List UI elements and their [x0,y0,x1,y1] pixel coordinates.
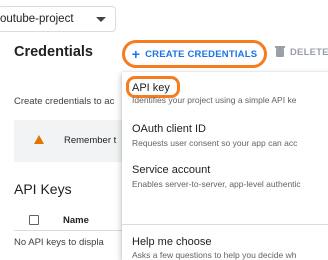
menu-item-description: Asks a few questions to help you decide … [132,250,297,260]
menu-item-label: OAuth client ID [132,123,206,135]
delete-button[interactable]: DELETE [275,46,328,58]
table-header-divider [14,230,124,231]
menu-divider [122,224,328,225]
select-all-checkbox[interactable] [29,215,39,225]
menu-item-label: API key [132,82,170,94]
plus-icon: + [131,46,141,62]
delete-label: DELETE [290,47,328,58]
menu-item-label: Help me choose [132,236,212,248]
create-credentials-button[interactable]: + CREATE CREDENTIALS [122,40,267,68]
create-credentials-label: CREATE CREDENTIALS [145,48,258,60]
trash-icon [275,46,285,57]
menu-item-oauth-client-id[interactable]: OAuth client ID Requests user consent so… [122,114,328,150]
project-name: outube-project [0,13,74,25]
menu-item-description: Identifies your project using a simple A… [132,95,297,105]
menu-item-help-me-choose[interactable]: Help me choose Asks a few questions to h… [122,228,328,260]
menu-item-label: Service account [132,164,211,176]
menu-item-service-account[interactable]: Service account Enables server-to-server… [122,154,328,190]
create-credentials-menu: API key Identifies your project using a … [122,72,328,260]
column-header-name[interactable]: Name [63,215,89,226]
project-selector[interactable]: outube-project [0,6,116,32]
menu-item-api-key[interactable]: API key Identifies your project using a … [122,72,328,109]
warning-icon [34,135,44,144]
dropdown-caret-icon [96,16,106,22]
api-keys-title: API Keys [14,181,72,197]
notice-text: Remember t [64,135,117,146]
menu-item-description: Enables server-to-server, app-level auth… [132,179,301,189]
page-title: Credentials [14,44,93,60]
menu-item-description: Requests user consent so your app can ac… [132,138,298,148]
notice-banner: Remember t [14,120,124,162]
intro-text: Create credentials to ac [14,96,115,107]
empty-state-text: No API keys to displa [14,237,104,248]
